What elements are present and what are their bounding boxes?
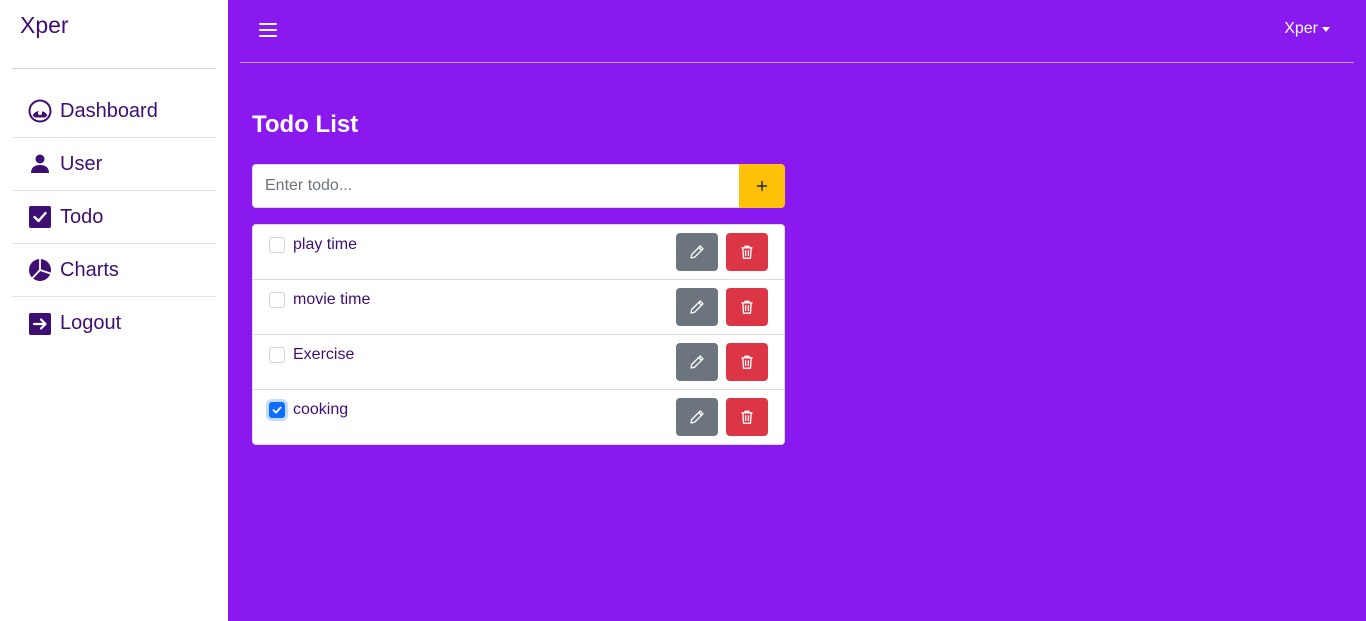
user-icon: [28, 152, 52, 176]
todo-text: movie time: [293, 291, 371, 308]
brand-logo[interactable]: Xper: [20, 12, 69, 39]
pie-chart-icon: [28, 258, 52, 282]
pencil-icon: [690, 355, 704, 369]
check-square-icon: [28, 205, 52, 229]
pencil-icon: [690, 245, 704, 259]
sidebar-item-label: User: [60, 152, 103, 175]
sidebar-item-todo[interactable]: Todo: [12, 191, 216, 244]
todo-checkbox[interactable]: [269, 292, 285, 308]
hamburger-icon[interactable]: [256, 18, 280, 42]
sidebar-item-charts[interactable]: Charts: [12, 244, 216, 297]
edit-todo-button[interactable]: [676, 233, 718, 271]
sidebar-item-logout[interactable]: Logout: [12, 297, 216, 350]
user-menu-label: Xper: [1284, 20, 1318, 37]
todo-item: cooking: [253, 390, 784, 444]
logout-icon: [28, 312, 52, 336]
todo-list: play time movie time Exercise cooking: [252, 224, 785, 445]
delete-todo-button[interactable]: [726, 288, 768, 326]
sidebar-item-user[interactable]: User: [12, 138, 216, 191]
todo-text: Exercise: [293, 346, 355, 363]
edit-todo-button[interactable]: [676, 343, 718, 381]
delete-todo-button[interactable]: [726, 398, 768, 436]
user-menu-dropdown[interactable]: Xper: [1284, 20, 1330, 38]
sidebar: Xper Dashboard User Todo Charts Logout: [0, 0, 228, 621]
sidebar-item-dashboard[interactable]: Dashboard: [12, 85, 216, 138]
todo-text: play time: [293, 236, 358, 253]
pencil-icon: [690, 410, 704, 424]
todo-item: movie time: [253, 280, 784, 335]
caret-down-icon: [1322, 26, 1330, 32]
add-todo-button[interactable]: [739, 164, 785, 208]
delete-todo-button[interactable]: [726, 343, 768, 381]
sidebar-item-label: Logout: [60, 312, 122, 334]
todo-form: [252, 164, 785, 208]
todo-input[interactable]: [252, 164, 739, 208]
page-title: Todo List: [252, 111, 359, 138]
sidebar-item-label: Dashboard: [60, 99, 158, 122]
plus-icon: [756, 180, 768, 192]
trash-icon: [741, 245, 753, 259]
topbar-divider: [240, 62, 1354, 63]
todo-item: play time: [253, 225, 784, 280]
sidebar-item-label: Charts: [60, 258, 119, 281]
todo-checkbox[interactable]: [269, 237, 285, 253]
sidebar-divider: [12, 68, 216, 69]
todo-checkbox[interactable]: [269, 347, 285, 363]
trash-icon: [741, 355, 753, 369]
todo-text: cooking: [293, 401, 349, 418]
speedometer-icon: [28, 99, 52, 123]
topbar: Xper: [228, 0, 1366, 62]
trash-icon: [741, 410, 753, 424]
todo-item: Exercise: [253, 335, 784, 390]
edit-todo-button[interactable]: [676, 288, 718, 326]
pencil-icon: [690, 300, 704, 314]
trash-icon: [741, 300, 753, 314]
todo-checkbox[interactable]: [269, 402, 285, 418]
sidebar-item-label: Todo: [60, 205, 104, 228]
sidebar-nav: Dashboard User Todo Charts Logout: [12, 85, 216, 350]
check-icon: [272, 406, 282, 414]
delete-todo-button[interactable]: [726, 233, 768, 271]
edit-todo-button[interactable]: [676, 398, 718, 436]
